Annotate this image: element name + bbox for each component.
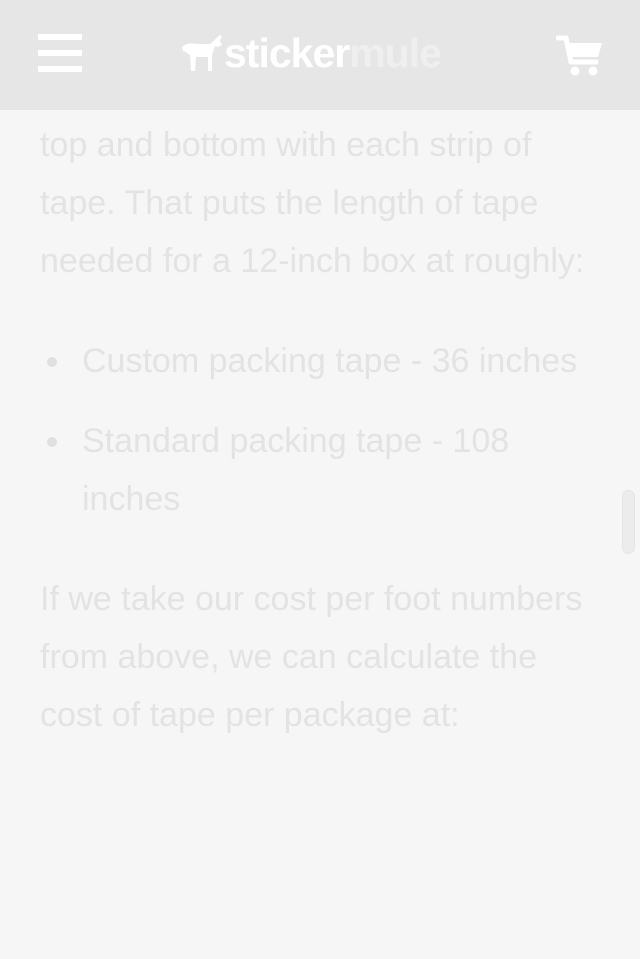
shopping-cart-icon[interactable] bbox=[555, 34, 604, 78]
tape-length-list: Custom packing tape - 36 inches Standard… bbox=[40, 332, 600, 528]
top-navigation-bar: stickermule bbox=[0, 0, 640, 110]
list-item-text: Custom packing tape - 36 inches bbox=[82, 342, 578, 380]
stickermule-logo[interactable]: stickermule bbox=[180, 30, 442, 76]
list-item-text: Standard packing tape - 108 inches bbox=[82, 422, 510, 518]
mule-icon bbox=[182, 35, 222, 71]
bullet-icon bbox=[47, 437, 57, 447]
article-paragraph: top and bottom with each strip of tape. … bbox=[40, 126, 585, 280]
article-content: top and bottom with each strip of tape. … bbox=[40, 116, 600, 744]
logo-text-mule: mule bbox=[349, 30, 442, 76]
logo-text-sticker: sticker bbox=[224, 30, 350, 76]
article-paragraph: If we take our cost per foot numbers fro… bbox=[40, 580, 583, 734]
list-item: Standard packing tape - 108 inches bbox=[40, 412, 600, 528]
list-item: Custom packing tape - 36 inches bbox=[40, 332, 600, 390]
hamburger-menu-icon[interactable] bbox=[38, 34, 82, 72]
scrollbar-thumb[interactable] bbox=[622, 490, 635, 554]
bullet-icon bbox=[47, 357, 57, 367]
